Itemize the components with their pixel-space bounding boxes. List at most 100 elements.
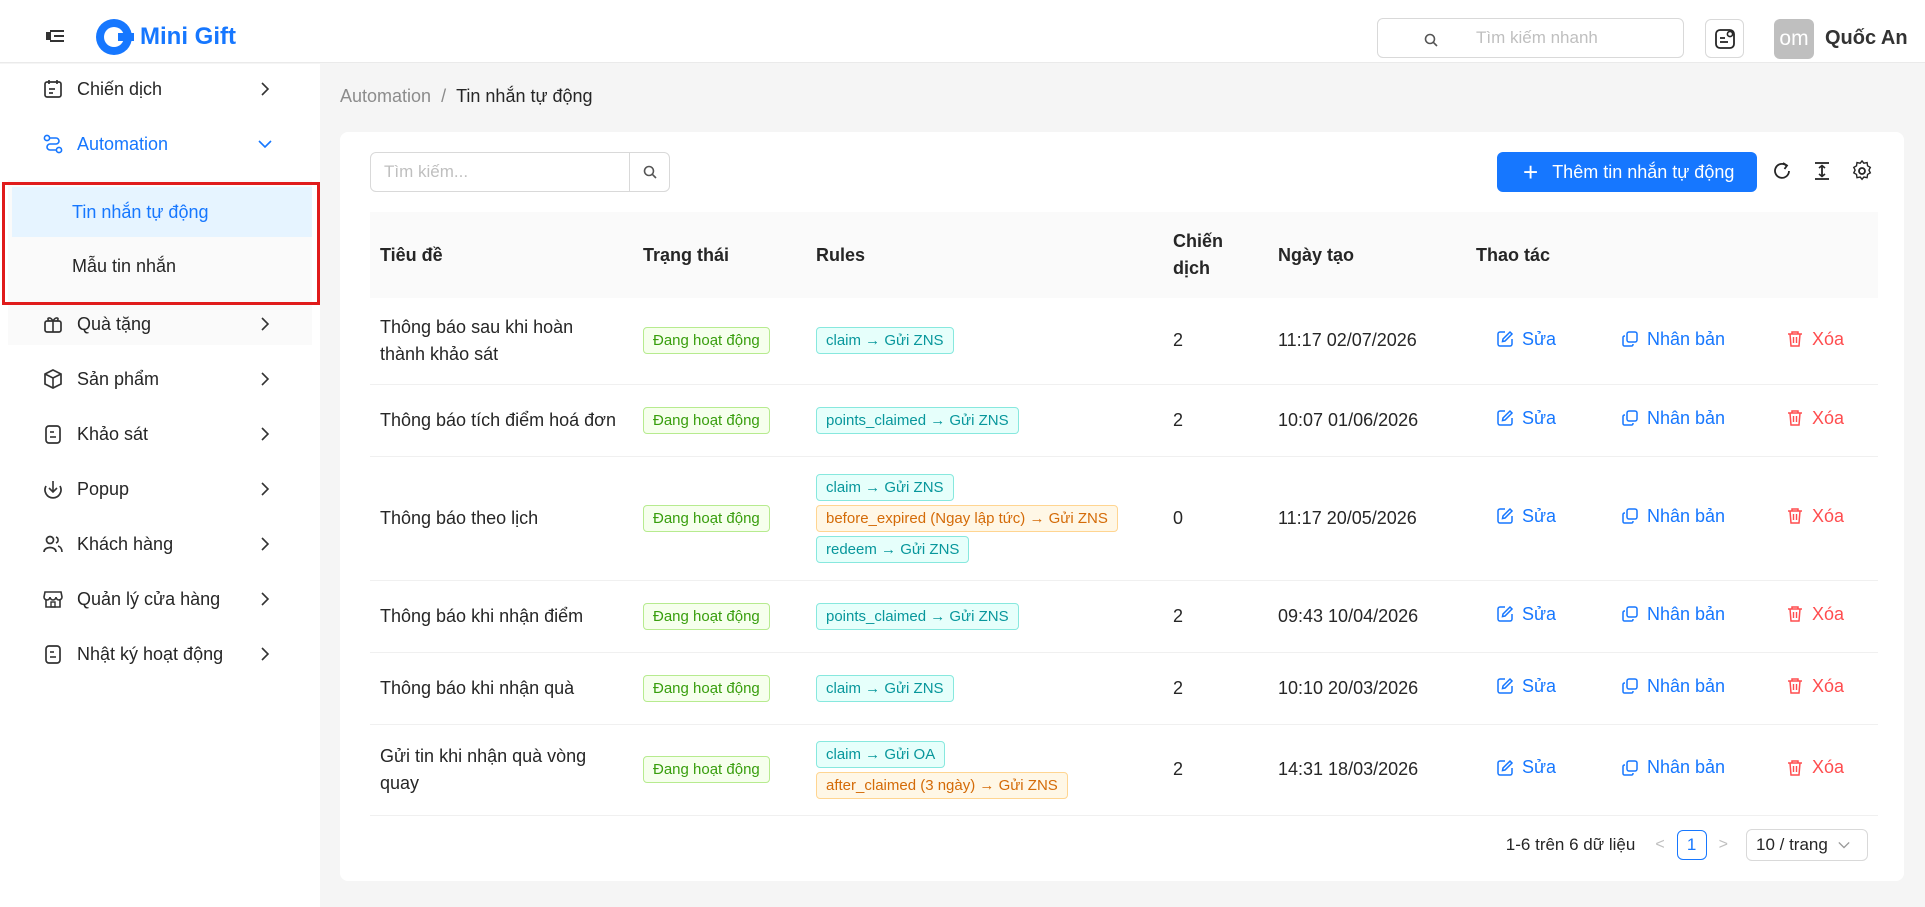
cell-campaign: 2: [1163, 384, 1268, 457]
cell-duplicate: Nhân bản: [1597, 580, 1752, 653]
auto-message-table: Tiêu đề Trạng thái Rules Chiến dịch Ngày…: [370, 212, 1878, 816]
search-button[interactable]: [629, 153, 669, 191]
edit-button[interactable]: Sửa: [1496, 405, 1556, 432]
sidebar-item-automation[interactable]: Automation: [8, 119, 312, 169]
table-search-input[interactable]: [371, 153, 629, 191]
delete-button[interactable]: Xóa: [1786, 326, 1844, 353]
sidebar-item-popup[interactable]: Popup: [8, 464, 312, 514]
cell-created: 09:43 10/04/2026: [1268, 580, 1466, 653]
menu-fold-icon[interactable]: [46, 30, 64, 44]
duplicate-button[interactable]: Nhân bản: [1621, 601, 1725, 628]
edit-button[interactable]: Sửa: [1496, 601, 1556, 628]
cell-edit: Sửa: [1466, 652, 1597, 725]
delete-label: Xóa: [1812, 675, 1845, 696]
search-icon: [1424, 31, 1438, 47]
avatar[interactable]: om: [1774, 19, 1814, 59]
status-badge: Đang hoạt động: [643, 756, 770, 783]
col-header-status[interactable]: Trạng thái: [633, 212, 806, 298]
rule-tag: redeem → Gửi ZNS: [816, 535, 970, 563]
delete-button[interactable]: Xóa: [1786, 503, 1844, 530]
delete-button[interactable]: Xóa: [1786, 754, 1844, 781]
cell-edit: Sửa: [1466, 580, 1597, 653]
edit-button[interactable]: Sửa: [1496, 673, 1556, 700]
chevron-right-icon: [261, 537, 270, 551]
reload-icon[interactable]: [1771, 160, 1793, 182]
trash-icon: [1788, 606, 1802, 622]
rule-tag: points_claimed → Gửi ZNS: [816, 602, 1019, 630]
edit-label: Sửa: [1522, 603, 1557, 624]
edit-label: Sửa: [1522, 675, 1557, 696]
cell-rules: points_claimed → Gửi ZNS: [806, 580, 1163, 653]
sidebar-item-gifts[interactable]: Quà tặng: [8, 299, 312, 349]
column-height-icon[interactable]: [1811, 160, 1833, 182]
cell-delete: Xóa: [1752, 580, 1878, 653]
edit-icon: [1497, 508, 1514, 524]
chevron-right-icon: [261, 317, 270, 331]
sidebar-item-activity-log[interactable]: Nhật ký hoạt động: [8, 629, 312, 679]
sidebar-subitem-message-templates[interactable]: Mẫu tin nhắn: [12, 241, 312, 291]
sidebar-item-campaigns[interactable]: Chiến dịch: [8, 64, 312, 114]
status-badge: Đang hoạt động: [643, 406, 770, 434]
duplicate-label: Nhân bản: [1647, 505, 1726, 526]
cell-title: Thông báo theo lịch: [370, 456, 633, 581]
user-name[interactable]: Quốc An: [1825, 27, 1908, 50]
cell-duplicate: Nhân bản: [1597, 652, 1752, 725]
breadcrumb-parent[interactable]: Automation: [340, 86, 431, 107]
next-page-button[interactable]: >: [1719, 836, 1728, 854]
notification-icon: [1714, 28, 1735, 49]
cell-created: 11:17 02/07/2026: [1268, 298, 1466, 385]
automation-icon: [43, 134, 63, 154]
cell-rules: points_claimed → Gửi ZNS: [806, 384, 1163, 457]
duplicate-button[interactable]: Nhân bản: [1621, 754, 1725, 781]
edit-button[interactable]: Sửa: [1496, 754, 1556, 781]
brand-logo[interactable]: Mini Gift: [96, 19, 236, 55]
cell-created: 14:31 18/03/2026: [1268, 724, 1466, 816]
copy-icon: [1622, 410, 1638, 426]
duplicate-button[interactable]: Nhân bản: [1621, 326, 1725, 353]
copy-icon: [1622, 331, 1638, 347]
rule-tag: claim → Gửi OA: [816, 740, 946, 768]
page-1-button[interactable]: 1: [1676, 830, 1707, 860]
delete-button[interactable]: Xóa: [1786, 601, 1844, 628]
edit-button[interactable]: Sửa: [1496, 326, 1556, 353]
delete-button[interactable]: Xóa: [1786, 405, 1844, 432]
col-header-created[interactable]: Ngày tạo: [1268, 212, 1466, 298]
cell-status: Đang hoạt động: [633, 724, 806, 816]
cell-delete: Xóa: [1752, 298, 1878, 385]
rule-tag: claim → Gửi ZNS: [816, 473, 954, 501]
col-header-campaign[interactable]: Chiến dịch: [1163, 212, 1268, 298]
table-row: Gửi tin khi nhận quà vòng quay Đang hoạt…: [370, 724, 1878, 816]
sidebar-subitem-auto-messages[interactable]: Tin nhắn tự động: [12, 187, 312, 237]
sidebar-item-label: Sản phẩm: [77, 368, 160, 389]
edit-button[interactable]: Sửa: [1496, 503, 1556, 530]
duplicate-button[interactable]: Nhân bản: [1621, 503, 1725, 530]
cell-edit: Sửa: [1466, 298, 1597, 385]
chevron-right-icon: [261, 592, 270, 606]
gear-icon[interactable]: [1851, 160, 1873, 182]
sidebar: Chiến dịch Automation Tin nhắn tự động M…: [0, 64, 320, 907]
cell-title: Thông báo tích điểm hoá đơn: [370, 384, 633, 457]
sidebar-item-products[interactable]: Sản phẩm: [8, 354, 312, 404]
duplicate-button[interactable]: Nhân bản: [1621, 405, 1725, 432]
page-size-select[interactable]: 10 / trang: [1746, 829, 1868, 861]
add-auto-message-button[interactable]: + Thêm tin nhắn tự động: [1497, 152, 1757, 192]
sidebar-item-customers[interactable]: Khách hàng: [8, 519, 312, 569]
delete-button[interactable]: Xóa: [1786, 673, 1844, 700]
notification-button[interactable]: [1705, 19, 1744, 58]
edit-icon: [1497, 678, 1514, 694]
copy-icon: [1622, 678, 1638, 694]
search-icon: [643, 165, 657, 179]
col-header-rules[interactable]: Rules: [806, 212, 1163, 298]
copy-icon: [1622, 606, 1638, 622]
prev-page-button[interactable]: <: [1655, 836, 1664, 854]
quick-search: [1377, 18, 1684, 58]
delete-label: Xóa: [1812, 407, 1845, 428]
cell-status: Đang hoạt động: [633, 652, 806, 725]
cell-rules: claim → Gửi ZNS before_expired (Ngay lập …: [806, 456, 1163, 581]
quick-search-input[interactable]: [1476, 28, 1666, 48]
breadcrumb: Automation / Tin nhắn tự động: [340, 86, 593, 107]
sidebar-item-store-management[interactable]: Quản lý cửa hàng: [8, 574, 312, 624]
sidebar-item-surveys[interactable]: Khảo sát: [8, 409, 312, 459]
duplicate-button[interactable]: Nhân bản: [1621, 673, 1725, 700]
col-header-title[interactable]: Tiêu đề: [370, 212, 633, 298]
